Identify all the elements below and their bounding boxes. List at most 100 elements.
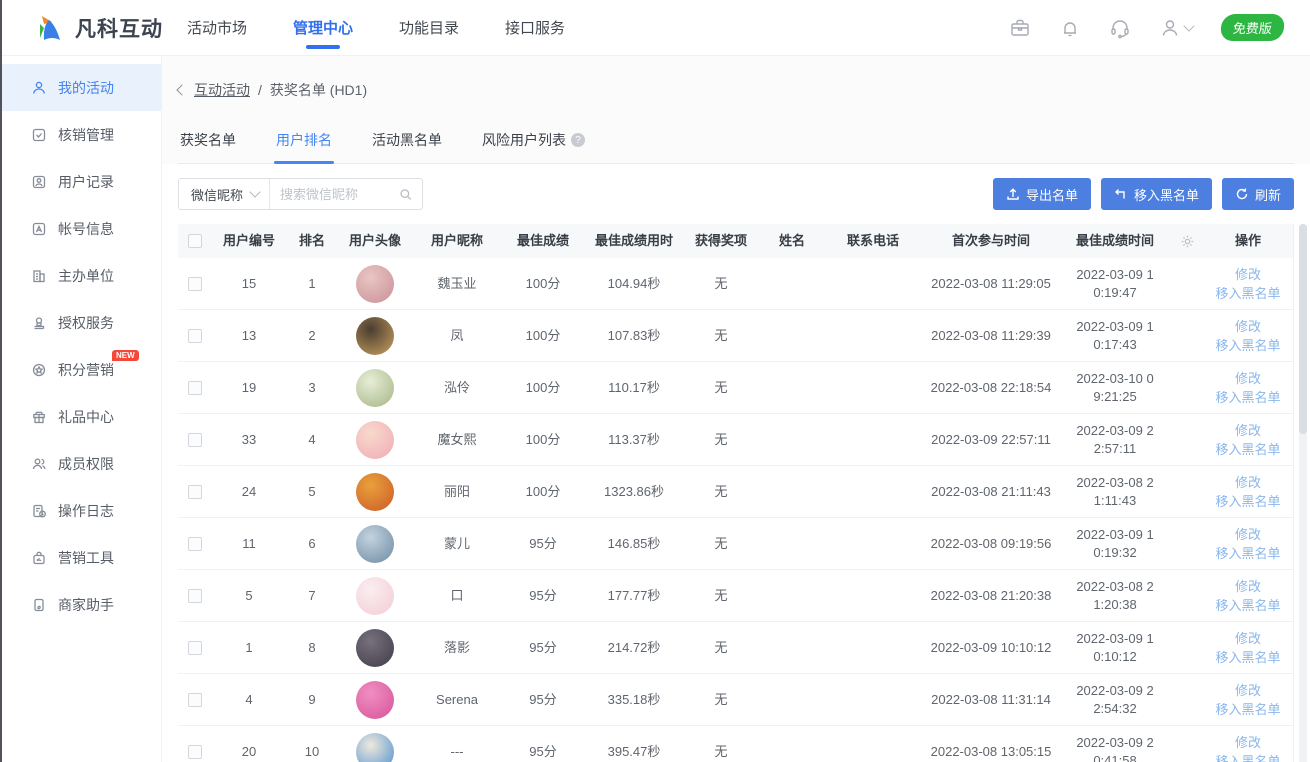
best-score-time: 2022-03-09 1 0:17:43 (1062, 318, 1168, 354)
row-checkbox[interactable] (188, 641, 202, 655)
sidebar-item-user-records[interactable]: 用户记录 (2, 158, 161, 205)
headset-icon[interactable] (1109, 17, 1131, 39)
row-checkbox[interactable] (188, 485, 202, 499)
table-row: 33 4 魔女熙 100分 113.37秒 无 2022-03-09 22:57… (178, 414, 1293, 466)
search-input[interactable] (280, 187, 399, 202)
move-to-blacklist-link[interactable]: 移入黑名单 (1215, 492, 1280, 511)
sidebar-item-account-info[interactable]: 帐号信息 (2, 205, 161, 252)
sidebar-item-auth-service[interactable]: 授权服务 (2, 299, 161, 346)
breadcrumb-current: 获奖名单 (HD1) (270, 80, 367, 100)
row-checkbox[interactable] (188, 537, 202, 551)
user-menu[interactable] (1159, 17, 1193, 39)
sidebar-item-marketing-tools[interactable]: 营销工具 (2, 534, 161, 581)
move-to-blacklist-link[interactable]: 移入黑名单 (1215, 440, 1280, 459)
best-score-time-used: 104.94秒 (584, 275, 684, 293)
vertical-scrollbar[interactable] (1299, 224, 1307, 762)
edit-link[interactable]: 修改 (1235, 317, 1261, 336)
sidebar-item-member-permissions[interactable]: 成员权限 (2, 440, 161, 487)
sidebar-item-operation-logs[interactable]: 操作日志 (2, 487, 161, 534)
user-id: 33 (212, 431, 286, 449)
move-to-blacklist-link[interactable]: 移入黑名单 (1215, 544, 1280, 563)
back-arrow-icon[interactable] (176, 84, 187, 95)
prize: 无 (684, 327, 758, 345)
user-id: 5 (212, 587, 286, 605)
table-row: 5 7 口 95分 177.77秒 无 2022-03-08 21:20:38 … (178, 570, 1293, 622)
tab-risk-users[interactable]: 风险用户列表 ? (480, 124, 587, 163)
edit-link[interactable]: 修改 (1235, 733, 1261, 752)
nav-management-center[interactable]: 管理中心 (293, 0, 353, 55)
user-record-icon (31, 174, 47, 190)
first-participation-time: 2022-03-09 22:57:11 (920, 431, 1062, 449)
nav-api-services[interactable]: 接口服务 (505, 0, 565, 55)
edit-link[interactable]: 修改 (1235, 629, 1261, 648)
table-row: 4 9 Serena 95分 335.18秒 无 2022-03-08 11:3… (178, 674, 1293, 726)
row-checkbox[interactable] (188, 329, 202, 343)
best-score: 100分 (502, 275, 584, 293)
free-version-badge[interactable]: 免费版 (1220, 14, 1286, 41)
sidebar-item-merchant-assistant[interactable]: 商家助手 (2, 581, 161, 628)
avatar (356, 733, 394, 762)
user-id: 24 (212, 483, 286, 501)
nav-activity-market[interactable]: 活动市场 (187, 0, 247, 55)
row-checkbox[interactable] (188, 589, 202, 603)
toolbag-icon (31, 550, 47, 566)
sidebar-item-organizer[interactable]: 主办单位 (2, 252, 161, 299)
top-header: 凡科互动 活动市场 管理中心 功能目录 接口服务 (2, 0, 1310, 56)
edit-link[interactable]: 修改 (1235, 681, 1261, 700)
best-score-time: 2022-03-09 1 0:10:12 (1062, 630, 1168, 666)
sidebar-item-gift-center[interactable]: 礼品中心 (2, 393, 161, 440)
row-checkbox[interactable] (188, 693, 202, 707)
edit-link[interactable]: 修改 (1235, 421, 1261, 440)
prize: 无 (684, 483, 758, 501)
help-icon[interactable]: ? (571, 133, 585, 147)
sidebar-item-my-activities[interactable]: 我的活动 (2, 64, 161, 111)
move-to-blacklist-link[interactable]: 移入黑名单 (1215, 648, 1280, 667)
breadcrumb-parent-link[interactable]: 互动活动 (194, 80, 250, 100)
move-to-blacklist-button[interactable]: 移入黑名单 (1101, 178, 1212, 210)
table-row: 20 10 --- 95分 395.47秒 无 2022-03-08 13:05… (178, 726, 1293, 762)
edit-link[interactable]: 修改 (1235, 577, 1261, 596)
nickname: 魏玉业 (412, 275, 502, 293)
row-checkbox[interactable] (188, 381, 202, 395)
export-list-button[interactable]: 导出名单 (993, 178, 1091, 210)
edit-link[interactable]: 修改 (1235, 473, 1261, 492)
edit-link[interactable]: 修改 (1235, 369, 1261, 388)
best-score-time-used: 110.17秒 (584, 379, 684, 397)
avatar (356, 317, 394, 355)
move-to-blacklist-link[interactable]: 移入黑名单 (1215, 388, 1280, 407)
edit-link[interactable]: 修改 (1235, 265, 1261, 284)
scrollbar-thumb[interactable] (1299, 224, 1307, 434)
tab-activity-blacklist[interactable]: 活动黑名单 (370, 124, 444, 163)
best-score: 95分 (502, 639, 584, 657)
tab-user-ranking[interactable]: 用户排名 (274, 124, 334, 163)
members-icon (31, 456, 47, 472)
tab-winner-list[interactable]: 获奖名单 (178, 124, 238, 163)
sidebar-item-points-marketing[interactable]: 积分营销 NEW (2, 346, 161, 393)
filter-type-select[interactable]: 微信昵称 (179, 179, 270, 209)
table-row: 11 6 蒙儿 95分 146.85秒 无 2022-03-08 09:19:5… (178, 518, 1293, 570)
row-checkbox[interactable] (188, 433, 202, 447)
nav-feature-catalog[interactable]: 功能目录 (399, 0, 459, 55)
briefcase-icon[interactable] (1009, 17, 1031, 39)
move-to-blacklist-link[interactable]: 移入黑名单 (1215, 336, 1280, 355)
move-to-blacklist-link[interactable]: 移入黑名单 (1215, 284, 1280, 303)
column-settings-gear-icon[interactable] (1180, 234, 1195, 249)
edit-link[interactable]: 修改 (1235, 525, 1261, 544)
move-to-blacklist-link[interactable]: 移入黑名单 (1215, 752, 1280, 762)
sidebar-item-verification[interactable]: 核销管理 (2, 111, 161, 158)
search-icon[interactable] (399, 187, 412, 202)
app-logo[interactable]: 凡科互动 (2, 13, 187, 43)
chevron-down-icon (1183, 20, 1194, 31)
row-checkbox[interactable] (188, 277, 202, 291)
move-to-blacklist-link[interactable]: 移入黑名单 (1215, 700, 1280, 719)
assistant-icon (31, 597, 47, 613)
rank: 2 (286, 327, 338, 345)
select-all-checkbox[interactable] (188, 234, 202, 248)
refresh-button[interactable]: 刷新 (1222, 178, 1294, 210)
best-score: 95分 (502, 691, 584, 709)
first-participation-time: 2022-03-08 11:29:39 (920, 327, 1062, 345)
move-to-blacklist-link[interactable]: 移入黑名单 (1215, 596, 1280, 615)
table-body: 15 1 魏玉业 100分 104.94秒 无 2022-03-08 11:29… (178, 258, 1293, 762)
row-checkbox[interactable] (188, 745, 202, 759)
bell-icon[interactable] (1059, 17, 1081, 39)
